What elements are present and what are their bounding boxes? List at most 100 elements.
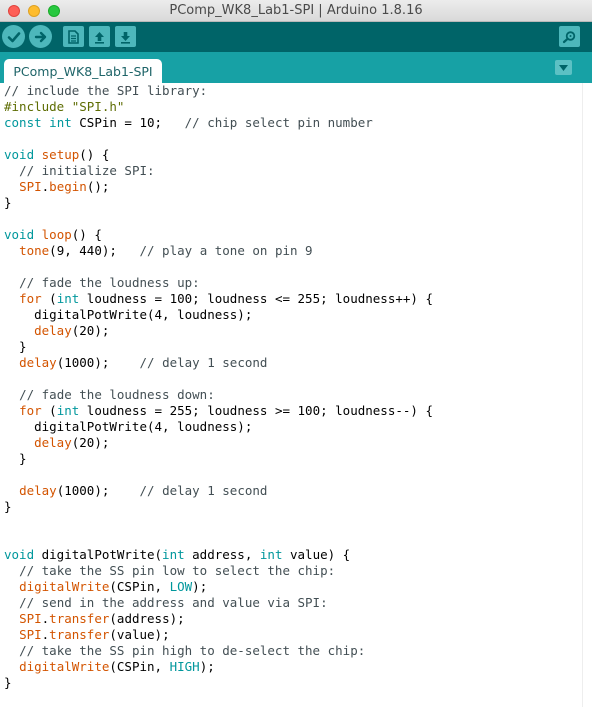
code-token: } xyxy=(4,675,12,690)
open-sketch-button[interactable] xyxy=(89,26,110,47)
code-line[interactable]: // fade the loudness up: xyxy=(4,275,582,291)
code-token: // delay 1 second xyxy=(139,483,268,498)
toolbar xyxy=(0,22,592,52)
code-token: tone xyxy=(19,243,50,258)
code-line[interactable]: // fade the loudness down: xyxy=(4,387,582,403)
code-line[interactable]: #include "SPI.h" xyxy=(4,99,582,115)
code-line[interactable]: digitalPotWrite(4, loudness); xyxy=(4,419,582,435)
code-line[interactable]: // include the SPI library: xyxy=(4,83,582,99)
code-token: } xyxy=(4,499,12,514)
code-line[interactable]: // send in the address and value via SPI… xyxy=(4,595,582,611)
code-line[interactable]: SPI.transfer(address); xyxy=(4,611,582,627)
save-sketch-button[interactable] xyxy=(115,26,136,47)
triangle-down-icon xyxy=(559,64,568,71)
code-token: (1000); xyxy=(56,483,140,498)
code-token: int xyxy=(56,403,80,418)
code-line[interactable]: const int CSPin = 10; // chip select pin… xyxy=(4,115,582,131)
code-token: delay xyxy=(34,435,72,450)
window-title: PComp_WK8_Lab1-SPI | Arduino 1.8.16 xyxy=(169,3,423,18)
code-token: delay xyxy=(34,323,72,338)
code-token: const xyxy=(4,115,42,130)
code-token: (20); xyxy=(71,435,110,450)
code-token: setup xyxy=(41,147,80,162)
code-token: // include the SPI library: xyxy=(4,83,208,98)
code-line[interactable]: // initialize SPI: xyxy=(4,163,582,179)
code-line[interactable]: delay(20); xyxy=(4,323,582,339)
code-token: transfer xyxy=(49,627,110,642)
code-token: ( xyxy=(41,403,57,418)
tab-menu-button[interactable] xyxy=(555,60,572,75)
code-token: loudness = 100; loudness <= 255; loudnes… xyxy=(79,291,433,306)
code-token: int xyxy=(56,291,80,306)
upload-button[interactable] xyxy=(29,25,52,48)
code-line[interactable]: SPI.transfer(value); xyxy=(4,627,582,643)
code-token: // delay 1 second xyxy=(139,355,268,370)
code-token: (); xyxy=(86,179,110,194)
code-token: ( xyxy=(41,291,57,306)
code-line[interactable] xyxy=(4,211,582,227)
code-token: (CSPin, xyxy=(109,579,170,594)
code-token: void xyxy=(4,227,35,242)
code-line[interactable]: digitalWrite(CSPin, HIGH); xyxy=(4,659,582,675)
code-line[interactable] xyxy=(4,259,582,275)
code-token: } xyxy=(4,339,27,354)
code-token: void xyxy=(4,147,35,162)
code-line[interactable]: } xyxy=(4,339,582,355)
code-line[interactable] xyxy=(4,467,582,483)
code-editor[interactable]: // include the SPI library: #include "SPI… xyxy=(0,83,582,707)
serial-monitor-button[interactable] xyxy=(559,26,580,47)
code-line[interactable]: void digitalPotWrite(int address, int va… xyxy=(4,547,582,563)
code-line[interactable]: digitalPotWrite(4, loudness); xyxy=(4,307,582,323)
code-line[interactable] xyxy=(4,531,582,547)
code-text[interactable]: // include the SPI library: #include "SPI… xyxy=(0,83,582,691)
code-token: HIGH xyxy=(169,659,200,674)
code-token: digitalPotWrite(4, loudness); xyxy=(4,419,253,434)
code-token: digitalWrite xyxy=(19,659,110,674)
code-line[interactable]: delay(1000); // delay 1 second xyxy=(4,355,582,371)
code-line[interactable]: for (int loudness = 100; loudness <= 255… xyxy=(4,291,582,307)
code-line[interactable]: delay(1000); // delay 1 second xyxy=(4,483,582,499)
code-line[interactable] xyxy=(4,371,582,387)
code-line[interactable]: // take the SS pin high to de-select the… xyxy=(4,643,582,659)
code-line[interactable]: // take the SS pin low to select the chi… xyxy=(4,563,582,579)
editor-scrollbar[interactable] xyxy=(582,83,592,707)
code-token: for xyxy=(19,403,42,418)
code-token: CSPin = 10; xyxy=(71,115,185,130)
code-line[interactable]: } xyxy=(4,499,582,515)
code-line[interactable]: SPI.begin(); xyxy=(4,179,582,195)
code-token: ); xyxy=(192,579,208,594)
new-sketch-button[interactable] xyxy=(63,26,84,47)
code-line[interactable] xyxy=(4,515,582,531)
code-line[interactable]: digitalWrite(CSPin, LOW); xyxy=(4,579,582,595)
tab-sketch[interactable]: PComp_WK8_Lab1-SPI xyxy=(4,59,162,83)
code-line[interactable]: tone(9, 440); // play a tone on pin 9 xyxy=(4,243,582,259)
code-line[interactable]: } xyxy=(4,451,582,467)
code-line[interactable]: } xyxy=(4,195,582,211)
verify-button[interactable] xyxy=(2,25,25,48)
code-token: // fade the loudness up: xyxy=(19,275,200,290)
code-line[interactable]: } xyxy=(4,675,582,691)
code-token: // chip select pin number xyxy=(184,115,373,130)
code-token: digitalWrite xyxy=(19,579,110,594)
code-line[interactable]: void setup() { xyxy=(4,147,582,163)
code-token: // fade the loudness down: xyxy=(19,387,215,402)
code-token: } xyxy=(4,451,27,466)
code-token: (1000); xyxy=(56,355,140,370)
code-token: } xyxy=(4,195,12,210)
code-line[interactable]: for (int loudness = 255; loudness >= 100… xyxy=(4,403,582,419)
code-token: transfer xyxy=(49,611,110,626)
code-token: (address); xyxy=(109,611,185,626)
code-line[interactable]: delay(20); xyxy=(4,435,582,451)
code-line[interactable]: void loop() { xyxy=(4,227,582,243)
code-line[interactable] xyxy=(4,131,582,147)
code-token: begin xyxy=(49,179,87,194)
